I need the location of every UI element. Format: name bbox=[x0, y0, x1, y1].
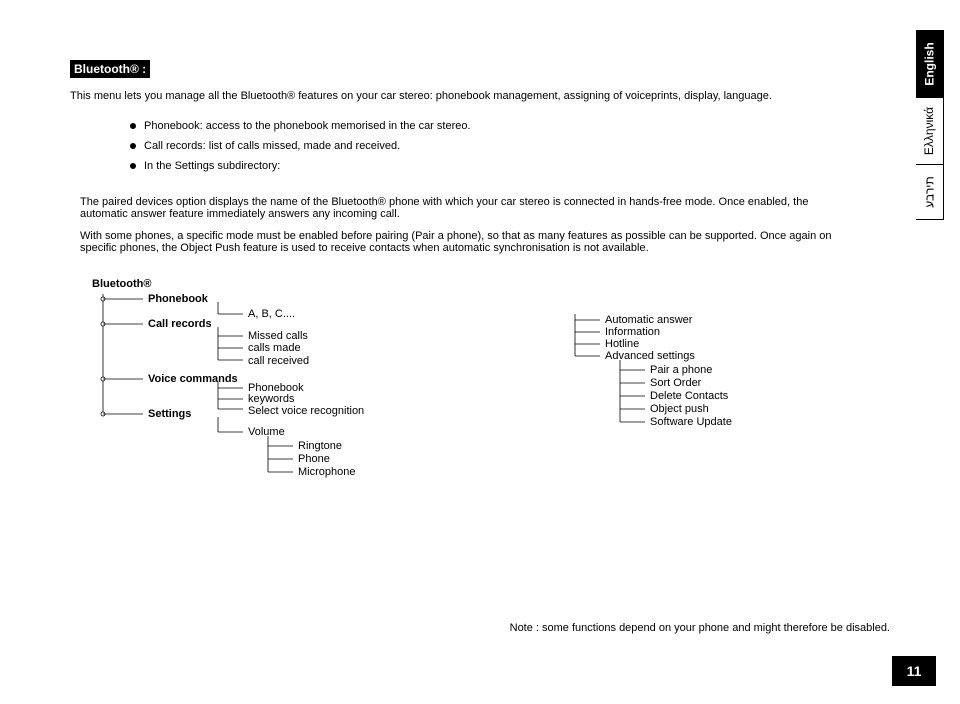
page: English Ελληνικά תירבע Bluetooth® : This… bbox=[0, 0, 960, 704]
tree-r2-delete: Delete Contacts bbox=[650, 390, 728, 402]
tree-l2-select-voice: Select voice recognition bbox=[248, 405, 364, 417]
tree-r1-hotline: Hotline bbox=[605, 338, 639, 350]
lang-greek-label: Ελληνικά bbox=[923, 107, 937, 155]
tree-l2-volume: Volume bbox=[248, 426, 285, 438]
tree-l3-phone: Phone bbox=[298, 453, 330, 465]
section-title: Bluetooth® : bbox=[70, 60, 150, 78]
tree-r2-sort: Sort Order bbox=[650, 377, 701, 389]
tree-l1-call-records: Call records bbox=[148, 318, 212, 330]
tree-l1-settings: Settings bbox=[148, 408, 191, 420]
tree-l2-keywords: keywords bbox=[248, 393, 294, 405]
tree-l1-voice-commands: Voice commands bbox=[148, 373, 238, 385]
lang-tab-greek[interactable]: Ελληνικά bbox=[916, 97, 944, 165]
tree-l3-microphone: Microphone bbox=[298, 466, 355, 478]
paragraph: With some phones, a specific mode must b… bbox=[80, 230, 850, 254]
tree-r1-auto-answer: Automatic answer bbox=[605, 314, 692, 326]
tree-r2-object-push: Object push bbox=[650, 403, 709, 415]
lang-english-label: English bbox=[923, 42, 937, 85]
tree-l2-received: call received bbox=[248, 355, 309, 367]
footnote: Note : some functions depend on your pho… bbox=[510, 622, 890, 634]
tree-l2-abc: A, B, C.... bbox=[248, 308, 295, 320]
tree-root: Bluetooth® bbox=[92, 278, 151, 290]
bullet-item: Phonebook: access to the phonebook memor… bbox=[130, 120, 890, 132]
bullet-text: Phonebook: access to the phonebook memor… bbox=[144, 120, 471, 132]
bullet-item: In the Settings subdirectory: bbox=[130, 160, 890, 172]
bullet-icon bbox=[130, 143, 136, 149]
paragraph: The paired devices option displays the n… bbox=[80, 196, 850, 220]
tree-l2-missed: Missed calls bbox=[248, 330, 308, 342]
bullet-icon bbox=[130, 163, 136, 169]
bullet-icon bbox=[130, 123, 136, 129]
lang-tab-english[interactable]: English bbox=[916, 30, 944, 98]
tree-r1-information: Information bbox=[605, 326, 660, 338]
tree-r2-pair: Pair a phone bbox=[650, 364, 712, 376]
intro-text: This menu lets you manage all the Blueto… bbox=[70, 90, 790, 102]
page-number: 11 bbox=[892, 656, 936, 686]
bullet-text: Call records: list of calls missed, made… bbox=[144, 140, 400, 152]
tree-l3-ringtone: Ringtone bbox=[298, 440, 342, 452]
tree-l2-made: calls made bbox=[248, 342, 301, 354]
bullet-list: Phonebook: access to the phonebook memor… bbox=[130, 120, 890, 172]
lang-hebrew-label: תירבע bbox=[923, 176, 937, 207]
lang-tab-hebrew[interactable]: תירבע bbox=[916, 164, 944, 220]
menu-tree: Bluetooth® bbox=[70, 278, 890, 498]
bullet-text: In the Settings subdirectory: bbox=[144, 160, 280, 172]
tree-r2-software: Software Update bbox=[650, 416, 732, 428]
tree-l1-phonebook: Phonebook bbox=[148, 293, 208, 305]
bullet-item: Call records: list of calls missed, made… bbox=[130, 140, 890, 152]
tree-r1-advanced: Advanced settings bbox=[605, 350, 695, 362]
language-tabs: English Ελληνικά תירבע bbox=[916, 30, 944, 219]
